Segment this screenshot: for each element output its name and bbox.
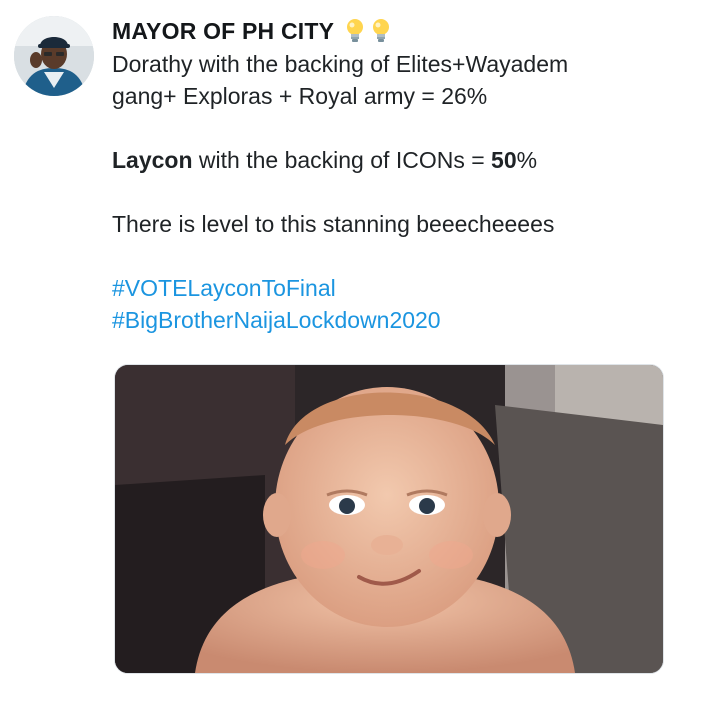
tweet-media-image[interactable] [114,364,664,674]
laycon-text: with the backing of ICONs = [192,147,492,173]
name-emojis [344,18,392,44]
author-row: MAYOR OF PH CITY [112,14,692,48]
avatar-photo [14,16,94,96]
smirking-baby-photo [115,365,663,673]
laycon-suffix: % [516,147,538,173]
author-display-name[interactable]: MAYOR OF PH CITY [112,18,334,45]
light-bulb-icon [373,19,390,42]
tweet-line-dorathy-2: gang+ Exploras + Royal army = 26% [112,83,488,109]
light-bulb-icon [347,19,364,42]
author-avatar[interactable] [14,16,94,96]
tweet-line-dorathy-1: Dorathy with the backing of Elites+Wayad… [112,51,569,77]
laycon-name: Laycon [112,147,193,173]
hashtag-vote-laycon[interactable]: #VOTELayconToFinal [112,272,692,304]
tweet-body: MAYOR OF PH CITY Dorathy with the backin… [112,14,692,336]
laycon-value: 50 [491,147,517,173]
hashtag-bbnaija-lockdown[interactable]: #BigBrotherNaijaLockdown2020 [112,304,692,336]
tweet-line-stanning: There is level to this stanning beeechee… [112,211,555,237]
tweet-line-laycon: Laycon with the backing of ICONs = 50% [112,144,692,176]
